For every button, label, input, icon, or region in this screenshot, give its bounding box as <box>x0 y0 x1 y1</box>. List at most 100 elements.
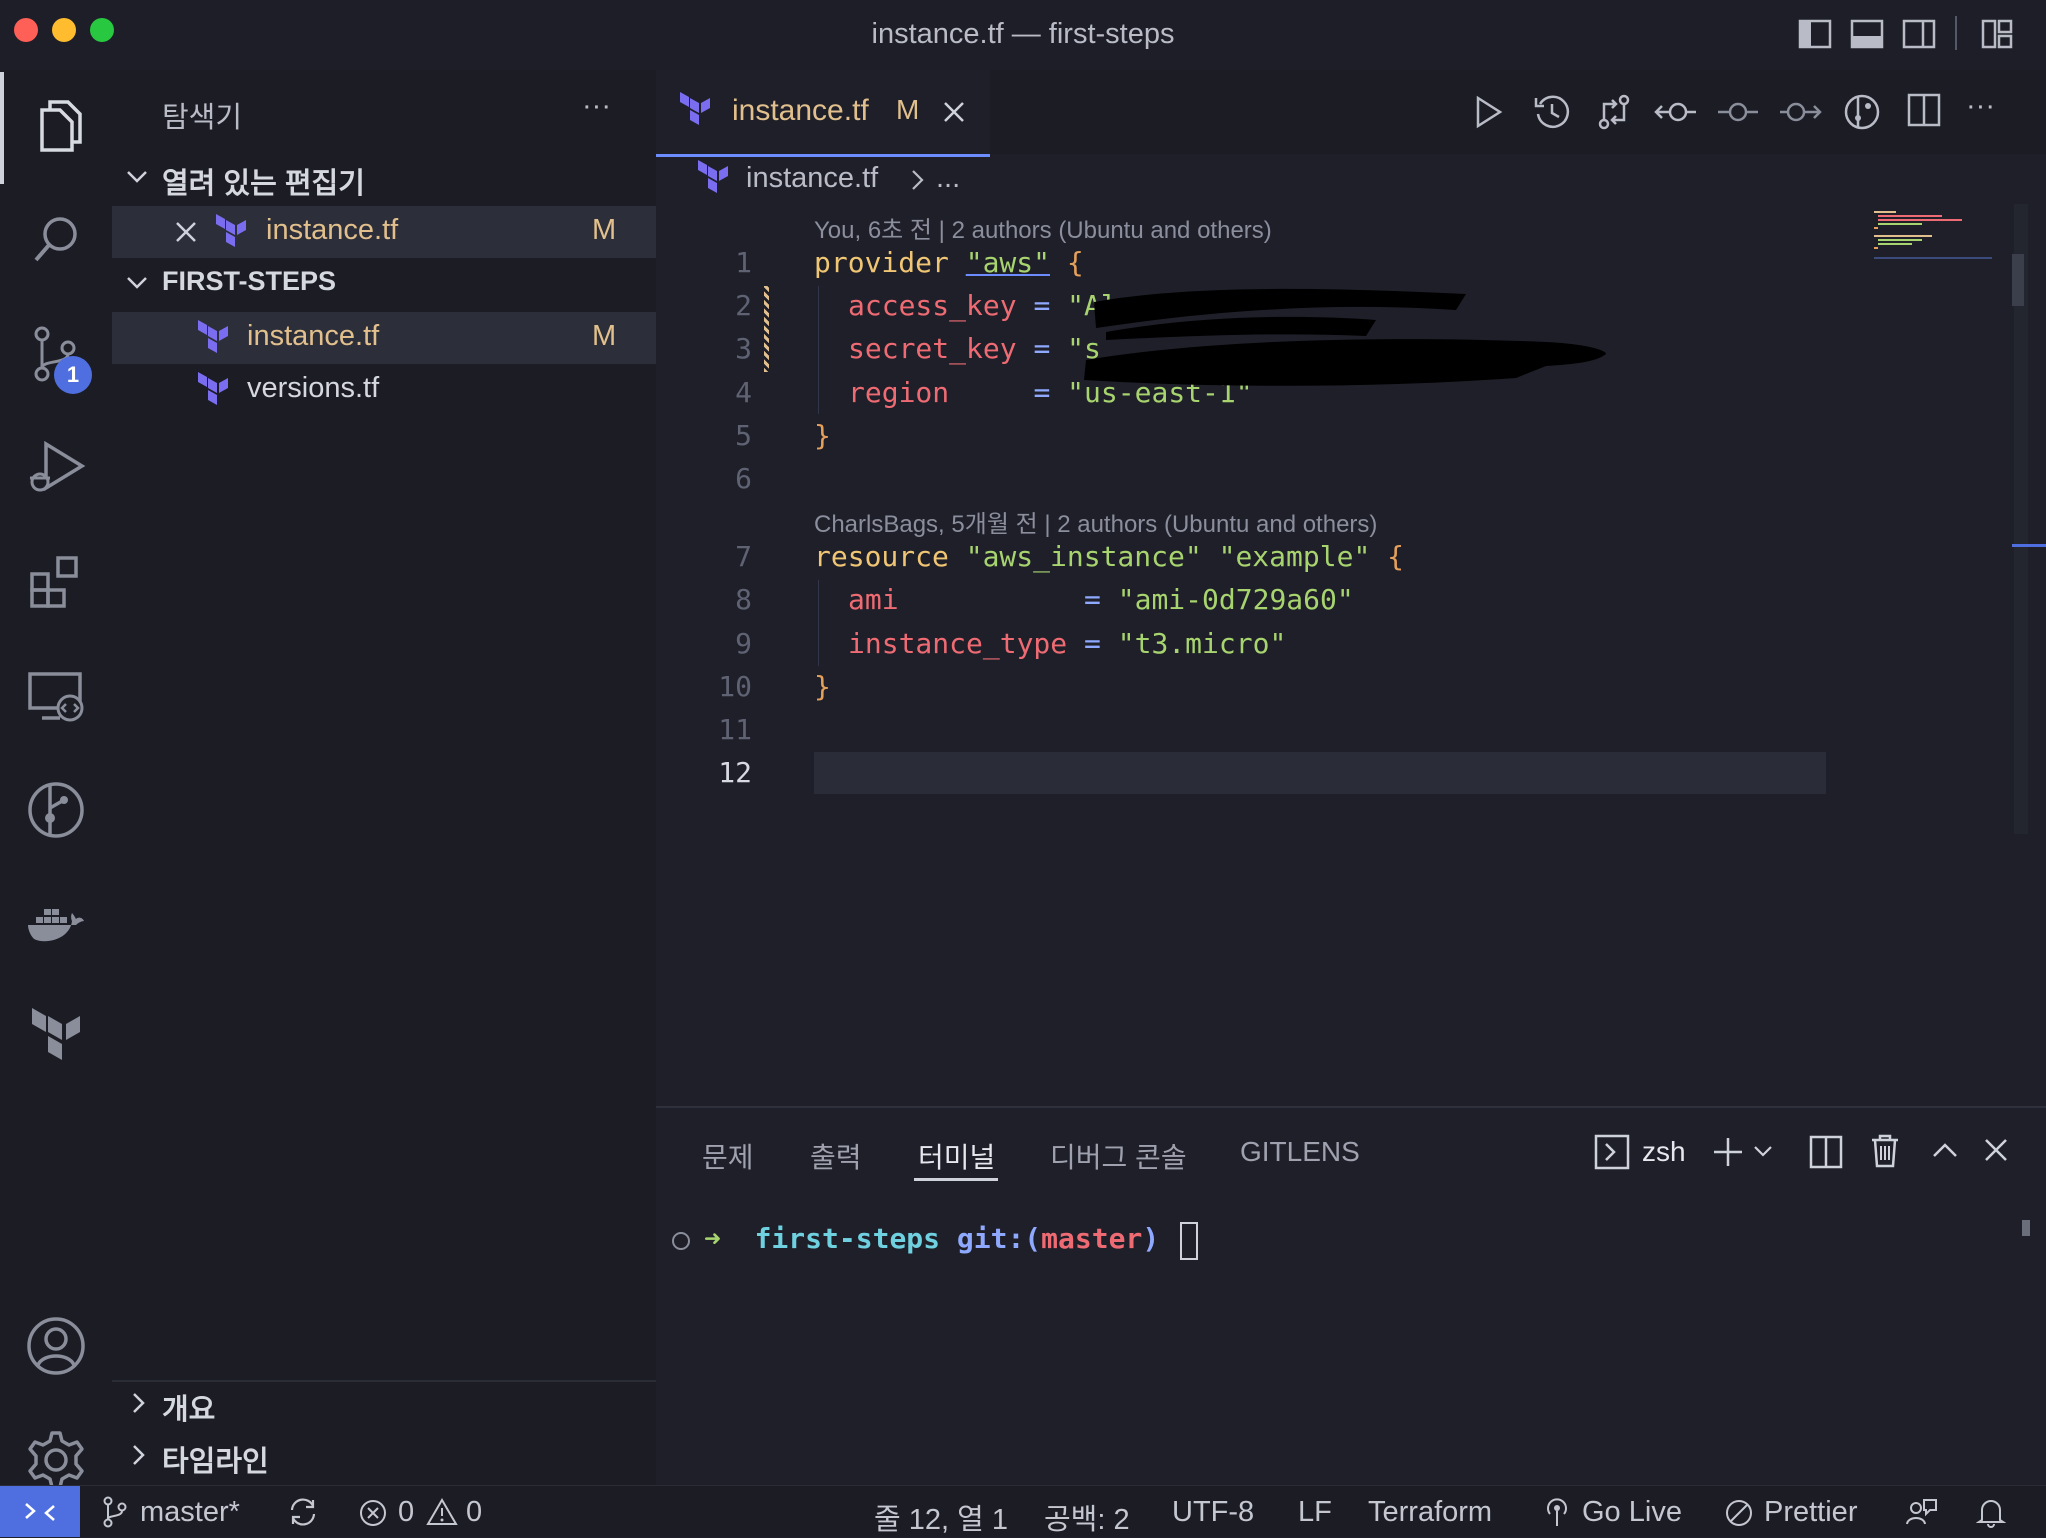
file-history-icon[interactable] <box>1532 92 1572 132</box>
run-debug-icon[interactable] <box>22 434 90 502</box>
manage-gear-icon[interactable] <box>22 1426 90 1494</box>
code-line[interactable]: ami = "ami-0d729a60" <box>848 583 1354 616</box>
run-icon[interactable] <box>1470 94 1506 130</box>
terminal-shell-label[interactable]: zsh <box>1642 1136 1686 1168</box>
search-icon[interactable] <box>22 206 90 274</box>
kill-terminal-icon[interactable] <box>1868 1132 1902 1170</box>
toggle-secondary-sidebar-icon[interactable] <box>1902 18 1936 50</box>
feedback-icon[interactable] <box>1904 1496 1938 1528</box>
sidebar-more-icon[interactable]: ··· <box>582 90 611 123</box>
active-indicator <box>0 72 4 184</box>
gitlens-icon[interactable] <box>22 776 90 844</box>
chevron-right-icon[interactable] <box>126 1390 152 1416</box>
close-tab-icon[interactable] <box>942 100 966 124</box>
gitlens-inspect-icon[interactable] <box>1842 92 1882 132</box>
terraform-icon[interactable] <box>22 1004 90 1072</box>
customize-layout-icon[interactable] <box>1980 18 2014 50</box>
chevron-down-icon[interactable] <box>124 270 150 296</box>
modified-badge: M <box>592 320 617 352</box>
minimap[interactable] <box>1872 206 1992 276</box>
breadcrumb-file[interactable]: instance.tf <box>746 162 878 195</box>
new-terminal-icon[interactable] <box>1710 1134 1746 1170</box>
code-line[interactable]: instance_type = "t3.micro" <box>848 627 1286 660</box>
scrollbar-thumb[interactable] <box>2012 254 2024 306</box>
tab-terminal[interactable]: 터미널 <box>918 1136 995 1176</box>
toggle-primary-sidebar-icon[interactable] <box>1798 18 1832 50</box>
warning-count[interactable]: 0 <box>466 1496 482 1529</box>
scm-badge: 1 <box>54 356 92 394</box>
toggle-panel-icon[interactable] <box>1850 18 1884 50</box>
line-number: 3 <box>735 332 752 365</box>
git-branch-icon <box>100 1496 130 1528</box>
encoding[interactable]: UTF-8 <box>1172 1496 1254 1529</box>
cursor-position[interactable]: 줄 12, 열 1 <box>874 1496 1008 1538</box>
end-of-line[interactable]: LF <box>1298 1496 1332 1529</box>
code-line[interactable]: } <box>814 670 831 703</box>
close-icon[interactable] <box>174 220 198 244</box>
tab-modified-badge: M <box>896 94 920 125</box>
notifications-bell-icon[interactable] <box>1976 1496 2006 1528</box>
accounts-icon[interactable] <box>22 1312 90 1380</box>
compare-changes-icon[interactable] <box>1594 92 1634 132</box>
code-line[interactable]: } <box>814 419 831 452</box>
indentation[interactable]: 공백: 2 <box>1044 1496 1130 1538</box>
outline-header[interactable]: 개요 <box>162 1386 215 1428</box>
docker-icon[interactable] <box>22 890 90 958</box>
tab-problems[interactable]: 문제 <box>702 1136 754 1176</box>
section-divider <box>112 1380 656 1382</box>
more-actions-icon[interactable]: ··· <box>1966 90 1995 123</box>
timeline-header[interactable]: 타임라인 <box>162 1438 269 1480</box>
tab-gitlens[interactable]: GITLENS <box>1240 1136 1360 1168</box>
line-number-current: 12 <box>718 756 752 789</box>
chevron-down-icon[interactable] <box>124 164 150 190</box>
line-number: 6 <box>735 462 752 495</box>
tab-debug-console[interactable]: 디버그 콘솔 <box>1050 1136 1187 1176</box>
split-editor-icon[interactable] <box>1906 92 1942 128</box>
maximize-panel-icon[interactable] <box>1930 1136 1960 1166</box>
chevron-down-icon[interactable] <box>1752 1142 1774 1162</box>
previous-revision-icon[interactable] <box>1654 92 1698 132</box>
next-revision-icon[interactable] <box>1778 92 1822 132</box>
indent-guide <box>818 580 819 666</box>
language-mode[interactable]: Terraform <box>1368 1496 1492 1529</box>
prettier-status[interactable]: Prettier <box>1764 1496 1857 1529</box>
sync-icon[interactable] <box>286 1496 320 1528</box>
terminal-prompt[interactable]: ➜ first-steps git:(master) <box>704 1222 1176 1255</box>
close-panel-icon[interactable] <box>1982 1136 2010 1164</box>
extensions-icon[interactable] <box>22 548 90 616</box>
folder-header[interactable]: FIRST-STEPS <box>162 266 336 297</box>
code-line[interactable]: provider "aws" { <box>814 246 1084 279</box>
terminal-scrollbar[interactable] <box>2022 1220 2030 1236</box>
line-number: 1 <box>735 246 752 279</box>
remote-indicator[interactable] <box>0 1486 80 1537</box>
explorer-icon[interactable] <box>22 92 90 160</box>
tab-output[interactable]: 출력 <box>810 1136 862 1176</box>
remote-explorer-icon[interactable] <box>22 662 90 730</box>
file-item[interactable] <box>112 364 656 416</box>
breadcrumb-rest[interactable]: ... <box>936 162 960 195</box>
branch-label[interactable]: master* <box>140 1496 240 1529</box>
code-line[interactable]: secret_key = "s <box>848 332 1101 365</box>
blame-annotation[interactable]: CharlsBags, 5개월 전 | 2 authors (Ubuntu an… <box>814 504 1377 539</box>
file-item-selected[interactable] <box>112 312 656 364</box>
blame-annotation[interactable]: You, 6초 전 | 2 authors (Ubuntu and others… <box>814 210 1272 245</box>
terminal-cursor <box>1180 1222 1198 1260</box>
command-decoration-icon[interactable] <box>672 1232 690 1250</box>
code-line[interactable]: resource "aws_instance" "example" { <box>814 540 1404 573</box>
prettier-icon <box>1724 1498 1754 1528</box>
open-editors-header[interactable]: 열려 있는 편집기 <box>162 160 365 202</box>
current-line-highlight[interactable] <box>814 752 1826 794</box>
commit-icon[interactable] <box>1718 92 1758 132</box>
modified-gutter-marker[interactable] <box>764 286 769 372</box>
file-name: instance.tf <box>247 320 380 352</box>
terraform-file-icon <box>678 92 714 130</box>
line-number: 8 <box>735 583 752 616</box>
terraform-file-icon <box>696 160 732 198</box>
terminal-icon <box>1594 1134 1630 1170</box>
chevron-right-icon[interactable] <box>126 1442 152 1468</box>
split-terminal-icon[interactable] <box>1808 1134 1844 1170</box>
error-count[interactable]: 0 <box>398 1496 414 1529</box>
go-live-button[interactable]: Go Live <box>1582 1496 1682 1529</box>
scroll-position-marker <box>2012 544 2046 547</box>
redaction-scribble <box>1076 280 1496 340</box>
